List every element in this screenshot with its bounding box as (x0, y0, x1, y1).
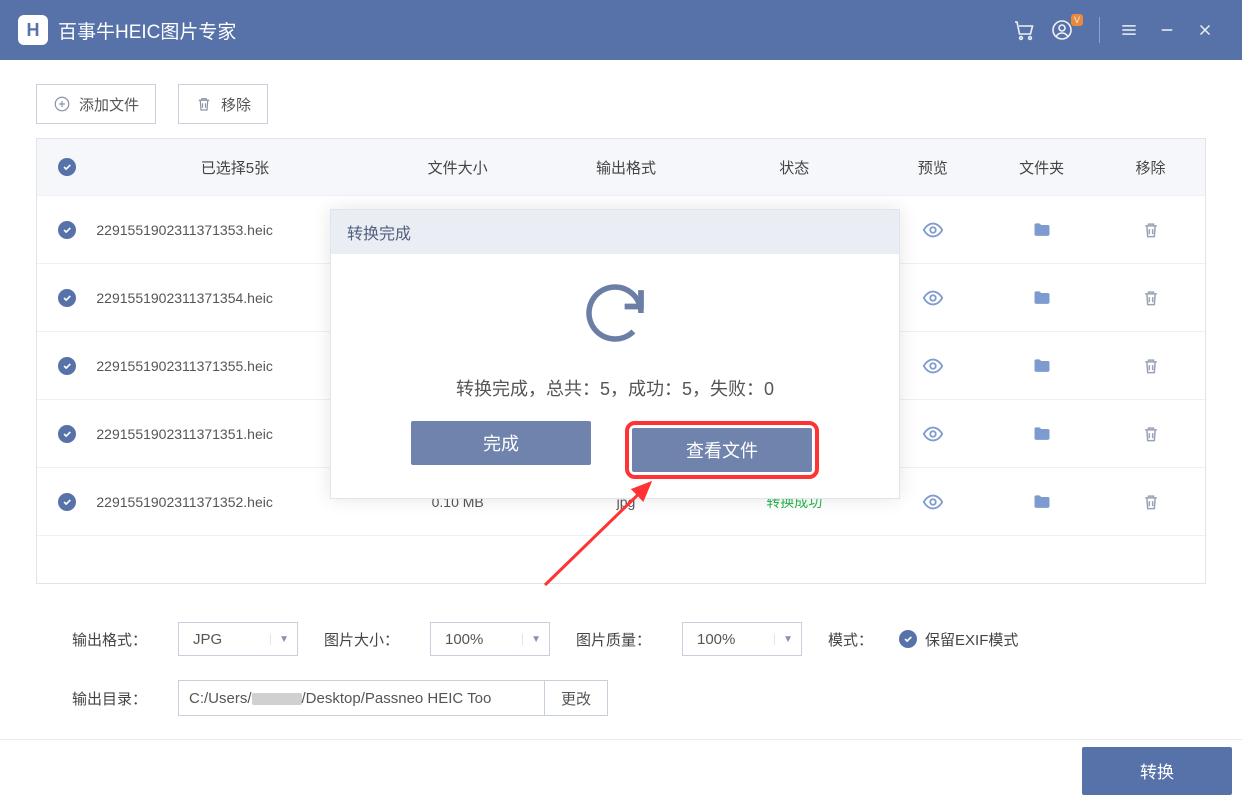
app-title: 百事牛HEIC图片专家 (58, 17, 236, 44)
exif-label: 保留EXIF模式 (925, 629, 1018, 650)
quality-select[interactable]: 100% ▼ (682, 622, 802, 656)
user-icon[interactable]: V (1043, 18, 1081, 42)
dialog-summary: 转换完成，总共：5，成功：5，失败：0 (331, 375, 899, 401)
eye-icon (922, 491, 944, 513)
size-value: 100% (445, 631, 483, 648)
toolbar: 添加文件 移除 (0, 60, 1242, 138)
check-icon (58, 425, 76, 443)
row-delete-button[interactable] (1096, 220, 1205, 240)
header-preview: 预览 (878, 157, 987, 178)
folder-icon (1032, 288, 1052, 308)
folder-button[interactable] (987, 220, 1096, 240)
add-file-button[interactable]: 添加文件 (36, 84, 156, 124)
folder-button[interactable] (987, 492, 1096, 512)
done-button[interactable]: 完成 (411, 421, 591, 465)
check-all-icon (58, 158, 76, 176)
folder-icon (1032, 492, 1052, 512)
folder-icon (1032, 356, 1052, 376)
row-delete-button[interactable] (1096, 492, 1205, 512)
minimize-icon[interactable] (1148, 21, 1186, 39)
refresh-icon (331, 274, 899, 357)
header-delete: 移除 (1096, 157, 1205, 178)
change-path-button[interactable]: 更改 (544, 681, 607, 715)
format-select[interactable]: JPG ▼ (178, 622, 298, 656)
folder-icon (1032, 424, 1052, 444)
folder-button[interactable] (987, 424, 1096, 444)
header-check[interactable] (37, 158, 96, 176)
check-icon (58, 493, 76, 511)
vip-badge: V (1071, 14, 1083, 26)
row-check[interactable] (37, 289, 96, 307)
trash-icon (1141, 356, 1161, 376)
trash-icon (1141, 424, 1161, 444)
mode-label: 模式： (828, 629, 873, 650)
check-icon (899, 630, 917, 648)
trash-icon (1141, 288, 1161, 308)
header-name: 已选择5张 (96, 157, 373, 178)
row-check[interactable] (37, 221, 96, 239)
table-header: 已选择5张 文件大小 输出格式 状态 预览 文件夹 移除 (37, 139, 1205, 195)
trash-icon (1141, 220, 1161, 240)
eye-icon (922, 423, 944, 445)
eye-icon (922, 355, 944, 377)
remove-button[interactable]: 移除 (178, 84, 268, 124)
plus-circle-icon (53, 95, 71, 113)
row-delete-button[interactable] (1096, 424, 1205, 444)
folder-button[interactable] (987, 288, 1096, 308)
format-value: JPG (193, 631, 222, 648)
trash-icon (195, 95, 213, 113)
folder-button[interactable] (987, 356, 1096, 376)
remove-label: 移除 (221, 94, 251, 115)
chevron-down-icon: ▼ (522, 634, 541, 645)
chevron-down-icon: ▼ (270, 634, 289, 645)
header-folder: 文件夹 (987, 157, 1096, 178)
outdir-input[interactable]: C:/Users//Desktop/Passneo HEIC Too 更改 (178, 680, 608, 716)
check-icon (58, 289, 76, 307)
convert-button[interactable]: 转换 (1082, 747, 1232, 795)
redacted-user (252, 693, 302, 705)
exif-checkbox[interactable]: 保留EXIF模式 (899, 629, 1018, 650)
eye-icon (922, 287, 944, 309)
app-logo: H (18, 15, 48, 45)
check-icon (58, 221, 76, 239)
footer: 转换 (0, 739, 1242, 801)
close-icon[interactable] (1186, 21, 1224, 39)
settings-panel: 输出格式： JPG ▼ 图片大小： 100% ▼ 图片质量： 100% ▼ 模式… (36, 584, 1206, 716)
dialog-title: 转换完成 (331, 210, 899, 254)
row-check[interactable] (37, 357, 96, 375)
row-delete-button[interactable] (1096, 356, 1205, 376)
header-size: 文件大小 (374, 157, 542, 178)
size-select[interactable]: 100% ▼ (430, 622, 550, 656)
title-divider (1099, 17, 1100, 43)
add-file-label: 添加文件 (79, 94, 139, 115)
trash-icon (1141, 492, 1161, 512)
cart-icon[interactable] (1005, 18, 1043, 42)
row-delete-button[interactable] (1096, 288, 1205, 308)
highlight-annotation: 查看文件 (625, 421, 819, 479)
table-filler-row (37, 535, 1205, 583)
chevron-down-icon: ▼ (774, 634, 793, 645)
header-format: 输出格式 (542, 157, 710, 178)
row-check[interactable] (37, 425, 96, 443)
eye-icon (922, 219, 944, 241)
check-icon (58, 357, 76, 375)
size-label: 图片大小： (324, 629, 404, 650)
header-status: 状态 (710, 157, 878, 178)
format-label: 输出格式： (72, 629, 152, 650)
quality-label: 图片质量： (576, 629, 656, 650)
folder-icon (1032, 220, 1052, 240)
view-files-button[interactable]: 查看文件 (632, 428, 812, 472)
row-check[interactable] (37, 493, 96, 511)
complete-dialog: 转换完成 转换完成，总共：5，成功：5，失败：0 完成 查看文件 (330, 209, 900, 499)
outdir-label: 输出目录： (72, 688, 152, 709)
outdir-text: C:/Users//Desktop/Passneo HEIC Too (179, 690, 544, 707)
titlebar: H 百事牛HEIC图片专家 V (0, 0, 1242, 60)
menu-icon[interactable] (1110, 20, 1148, 40)
quality-value: 100% (697, 631, 735, 648)
